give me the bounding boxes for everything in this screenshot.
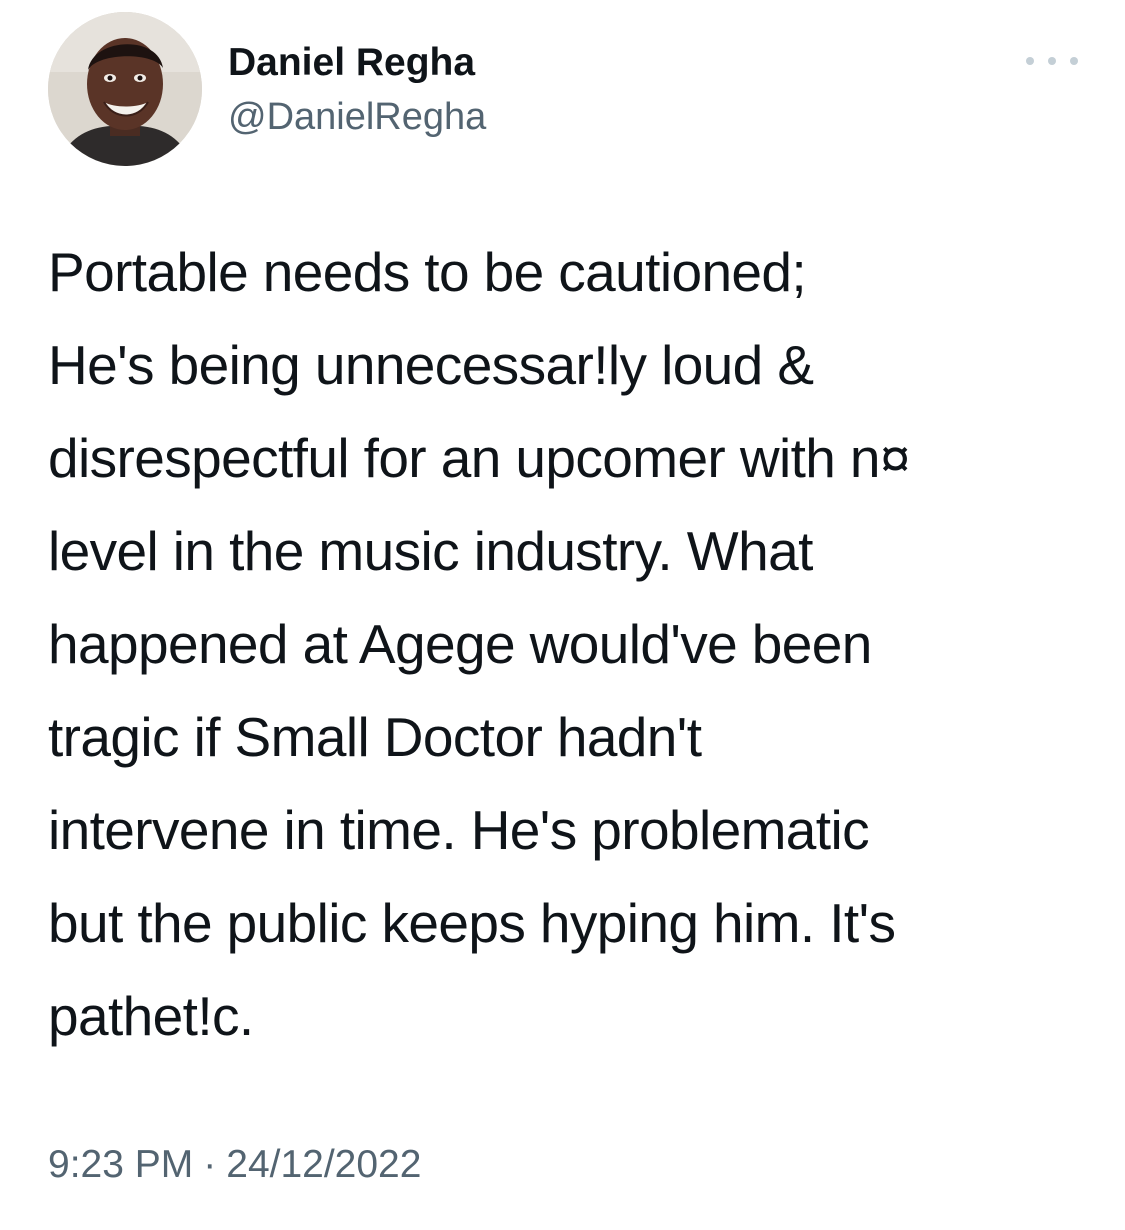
tweet-text: Portable needs to be cautioned; He's bei…: [48, 241, 911, 1047]
user-handle[interactable]: @DanielRegha: [228, 92, 486, 142]
ellipsis-icon: [1026, 57, 1034, 65]
more-options-button[interactable]: [1026, 46, 1078, 76]
display-name[interactable]: Daniel Regha: [228, 38, 486, 88]
tweet-time: 9:23 PM: [48, 1143, 194, 1186]
author-names: Daniel Regha @DanielRegha: [228, 38, 486, 142]
tweet-timestamp[interactable]: 9:23 PM · 24/12/2022: [48, 1140, 421, 1190]
tweet-card: Daniel Regha @DanielRegha Portable needs…: [0, 0, 1125, 1230]
avatar[interactable]: [48, 12, 202, 166]
tweet-header: Daniel Regha @DanielRegha: [48, 10, 1078, 170]
profile-photo: [48, 12, 202, 166]
timestamp-separator: ·: [203, 1143, 217, 1186]
ellipsis-icon: [1048, 57, 1056, 65]
tweet-date: 24/12/2022: [226, 1143, 422, 1186]
ellipsis-icon: [1070, 57, 1078, 65]
